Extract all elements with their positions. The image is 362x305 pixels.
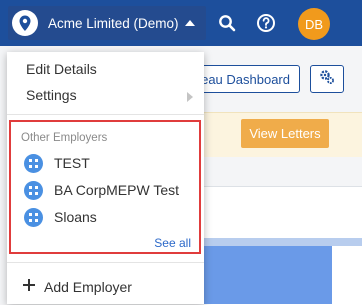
- company-name: Acme Limited (Demo): [48, 15, 179, 31]
- search-icon[interactable]: [216, 12, 238, 34]
- edit-details-item[interactable]: Edit Details: [26, 61, 97, 77]
- sliders-gear-icon: [319, 69, 335, 90]
- other-employers-heading: Other Employers: [21, 132, 108, 144]
- menu-divider: [7, 262, 204, 263]
- employer-name: TEST: [54, 155, 90, 171]
- employer-item[interactable]: TEST: [24, 152, 90, 174]
- settings-button[interactable]: [310, 65, 344, 93]
- menu-divider: [7, 114, 204, 115]
- caret-up-icon: [184, 20, 195, 26]
- help-icon[interactable]: [255, 12, 277, 34]
- add-employer-item[interactable]: Add Employer: [23, 278, 132, 296]
- plus-icon: [23, 278, 35, 296]
- building-icon: [24, 180, 43, 200]
- settings-item[interactable]: Settings: [26, 87, 77, 103]
- dashboard-button[interactable]: eau Dashboard: [199, 65, 300, 93]
- other-employers-section: Other Employers TEST BA CorpMEPW Test Sl…: [9, 120, 201, 254]
- see-all-link[interactable]: See all: [154, 236, 191, 250]
- view-letters-button[interactable]: View Letters: [241, 119, 329, 148]
- company-dropdown-menu: Edit Details Settings Other Employers TE…: [7, 52, 204, 304]
- chart-band: [204, 238, 362, 246]
- employer-item[interactable]: Sloans: [24, 206, 97, 228]
- chevron-right-icon: [187, 89, 193, 107]
- company-switcher[interactable]: Acme Limited (Demo): [8, 6, 206, 40]
- employer-name: BA CorpMEPW Test: [54, 182, 180, 198]
- chart-area: [204, 246, 332, 304]
- building-icon: [24, 207, 43, 227]
- avatar[interactable]: DB: [298, 8, 330, 40]
- employer-item[interactable]: BA CorpMEPW Test: [24, 179, 179, 201]
- employer-name: Sloans: [54, 209, 97, 225]
- top-bar: Acme Limited (Demo) DB: [0, 0, 362, 46]
- building-icon: [24, 153, 43, 173]
- logo-pin-icon: [12, 10, 38, 36]
- add-employer-label: Add Employer: [44, 279, 132, 295]
